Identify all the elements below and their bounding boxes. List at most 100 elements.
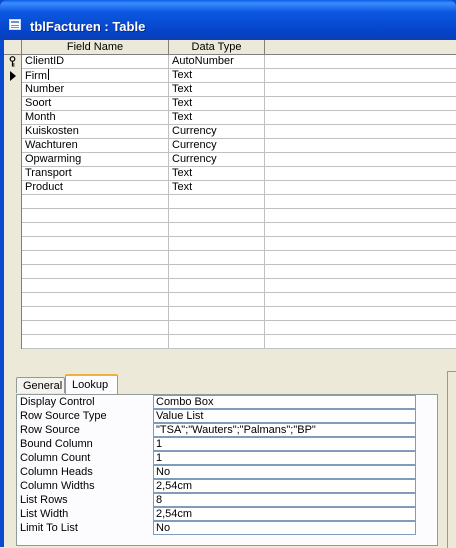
description-cell[interactable] [265, 181, 456, 194]
field-row[interactable]: Firm Text [4, 69, 456, 83]
field-row[interactable]: Opwarming Currency [4, 153, 456, 167]
property-value-field[interactable]: "TSA";"Wauters";"Palmans";"BP" [153, 423, 416, 437]
field-name-cell[interactable]: Transport [22, 167, 169, 180]
data-type-header[interactable]: Data Type [169, 40, 265, 54]
field-name-cell[interactable] [22, 321, 169, 334]
data-type-cell[interactable]: Text [169, 167, 265, 180]
field-row[interactable]: Product Text [4, 181, 456, 195]
row-selector[interactable] [4, 209, 22, 223]
description-cell[interactable] [265, 293, 456, 306]
row-selector[interactable] [4, 167, 22, 181]
description-cell[interactable] [265, 237, 456, 250]
row-selector[interactable] [4, 139, 22, 153]
description-cell[interactable] [265, 307, 456, 320]
tab-general[interactable]: General [16, 377, 65, 393]
property-value-field[interactable]: 2,54cm [153, 507, 416, 521]
row-selector[interactable] [4, 335, 22, 349]
data-type-cell[interactable] [169, 209, 265, 222]
empty-field-row[interactable] [4, 237, 456, 251]
field-name-cell[interactable]: Opwarming [22, 153, 169, 166]
description-cell[interactable] [265, 321, 456, 334]
description-cell[interactable] [265, 195, 456, 208]
description-cell[interactable] [265, 223, 456, 236]
field-name-cell[interactable] [22, 335, 169, 348]
field-name-cell[interactable] [22, 293, 169, 306]
description-cell[interactable] [265, 97, 456, 110]
row-selector[interactable] [4, 195, 22, 209]
field-row[interactable]: Number Text [4, 83, 456, 97]
description-cell[interactable] [265, 251, 456, 264]
data-type-cell[interactable]: Text [169, 83, 265, 96]
property-value-field[interactable]: Combo Box [153, 395, 416, 409]
description-cell[interactable] [265, 167, 456, 180]
field-name-cell[interactable]: Kuiskosten [22, 125, 169, 138]
description-cell[interactable] [265, 69, 456, 82]
property-value-field[interactable]: 8 [153, 493, 416, 507]
description-cell[interactable] [265, 209, 456, 222]
data-type-cell[interactable] [169, 321, 265, 334]
empty-field-row[interactable] [4, 223, 456, 237]
description-cell[interactable] [265, 153, 456, 166]
row-selector[interactable] [4, 279, 22, 293]
data-type-cell[interactable]: Text [169, 97, 265, 110]
field-name-cell[interactable]: Product [22, 181, 169, 194]
property-value-field[interactable]: Value List [153, 409, 416, 423]
data-type-cell[interactable] [169, 195, 265, 208]
property-value-field[interactable]: 2,54cm [153, 479, 416, 493]
row-selector[interactable] [4, 321, 22, 335]
description-cell[interactable] [265, 125, 456, 138]
data-type-cell[interactable]: Text [169, 181, 265, 194]
row-selector[interactable] [4, 265, 22, 279]
data-type-cell[interactable]: Text [169, 69, 265, 82]
property-value-field[interactable]: 1 [153, 451, 416, 465]
row-selector[interactable] [4, 69, 22, 83]
row-selector[interactable] [4, 307, 22, 321]
field-row[interactable]: Soort Text [4, 97, 456, 111]
row-selector[interactable] [4, 223, 22, 237]
description-cell[interactable] [265, 265, 456, 278]
field-name-cell[interactable]: Soort [22, 97, 169, 110]
row-selector[interactable] [4, 251, 22, 265]
row-selector[interactable] [4, 125, 22, 139]
description-cell[interactable] [265, 55, 456, 68]
data-type-cell[interactable]: Currency [169, 153, 265, 166]
empty-field-row[interactable] [4, 251, 456, 265]
data-type-cell[interactable] [169, 335, 265, 348]
field-name-cell[interactable] [22, 251, 169, 264]
description-cell[interactable] [265, 335, 456, 348]
field-row[interactable]: Transport Text [4, 167, 456, 181]
field-name-cell[interactable] [22, 237, 169, 250]
property-value-field[interactable]: 1 [153, 437, 416, 451]
data-type-cell[interactable] [169, 223, 265, 236]
row-selector[interactable] [4, 181, 22, 195]
field-row[interactable]: Kuiskosten Currency [4, 125, 456, 139]
field-name-cell[interactable] [22, 265, 169, 278]
data-type-cell[interactable] [169, 307, 265, 320]
field-name-header[interactable]: Field Name [22, 40, 169, 54]
data-type-cell[interactable] [169, 237, 265, 250]
empty-field-row[interactable] [4, 195, 456, 209]
row-selector[interactable] [4, 97, 22, 111]
row-selector[interactable] [4, 237, 22, 251]
empty-field-row[interactable] [4, 209, 456, 223]
description-cell[interactable] [265, 83, 456, 96]
empty-field-row[interactable] [4, 265, 456, 279]
description-cell[interactable] [265, 111, 456, 124]
field-name-cell[interactable] [22, 223, 169, 236]
data-type-cell[interactable] [169, 265, 265, 278]
field-row[interactable]: Month Text [4, 111, 456, 125]
description-cell[interactable] [265, 139, 456, 152]
field-name-cell[interactable] [22, 209, 169, 222]
empty-field-row[interactable] [4, 307, 456, 321]
title-bar[interactable]: tblFacturen : Table [0, 0, 456, 40]
field-name-cell[interactable] [22, 195, 169, 208]
tab-lookup[interactable]: Lookup [65, 374, 118, 394]
field-row[interactable]: Wachturen Currency [4, 139, 456, 153]
property-value-field[interactable]: No [153, 465, 416, 479]
empty-field-row[interactable] [4, 293, 456, 307]
row-selector[interactable] [4, 111, 22, 125]
data-type-cell[interactable]: Currency [169, 125, 265, 138]
table-icon[interactable] [9, 19, 21, 30]
row-selector[interactable] [4, 55, 22, 69]
field-row[interactable]: ClientID AutoNumber [4, 55, 456, 69]
